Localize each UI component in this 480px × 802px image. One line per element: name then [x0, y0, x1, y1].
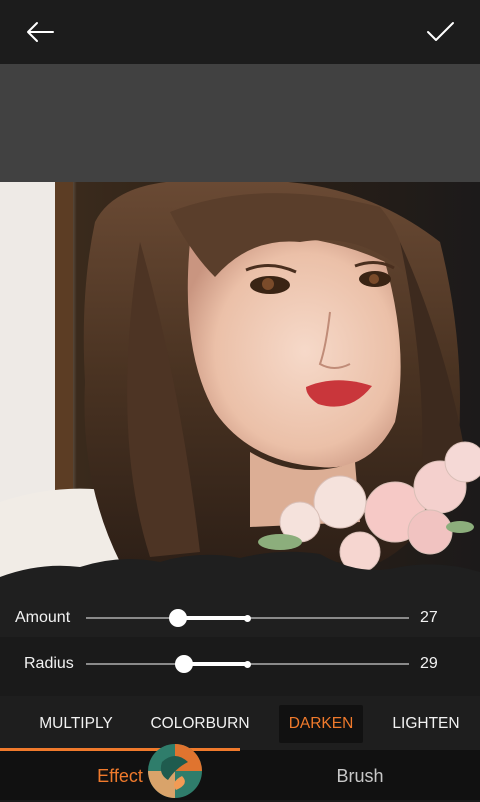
mode-colorburn[interactable]: COLORBURN: [146, 705, 254, 743]
active-tab-indicator: [0, 748, 240, 751]
adjustment-controls: Amount 27 Radius 29: [0, 596, 480, 696]
radius-label: Radius: [24, 655, 74, 672]
mode-lighten[interactable]: LIGHTEN: [386, 705, 466, 743]
bottom-tab-bar: Effect Brush: [0, 750, 480, 800]
amount-slider-marker: [244, 615, 251, 622]
blend-mode-bar: MULTIPLY COLORBURN DARKEN LIGHTEN: [0, 696, 480, 752]
tab-brush[interactable]: Brush: [240, 750, 480, 800]
radius-value: 29: [420, 655, 438, 672]
radius-slider-thumb[interactable]: [175, 655, 193, 673]
radius-control: Radius 29: [0, 646, 480, 682]
arrow-left-icon: [27, 22, 54, 42]
amount-slider-thumb[interactable]: [169, 609, 187, 627]
confirm-button[interactable]: [418, 10, 462, 54]
tab-effect[interactable]: Effect: [0, 750, 240, 800]
radius-slider-marker: [244, 661, 251, 668]
mode-multiply[interactable]: MULTIPLY: [30, 705, 122, 743]
amount-control: Amount 27: [0, 600, 480, 636]
top-toolbar: [0, 0, 480, 64]
mode-darken[interactable]: DARKEN: [279, 705, 363, 743]
photo-illustration: [0, 182, 480, 637]
preview-top-margin: [0, 64, 480, 182]
checkmark-icon: [427, 22, 454, 41]
app-logo-icon: [148, 744, 202, 798]
amount-slider-fill: [178, 616, 248, 620]
photo-preview[interactable]: [0, 182, 480, 637]
amount-label: Amount: [15, 609, 71, 626]
back-button[interactable]: [18, 10, 62, 54]
radius-slider-fill: [184, 662, 248, 666]
amount-value: 27: [420, 609, 438, 626]
